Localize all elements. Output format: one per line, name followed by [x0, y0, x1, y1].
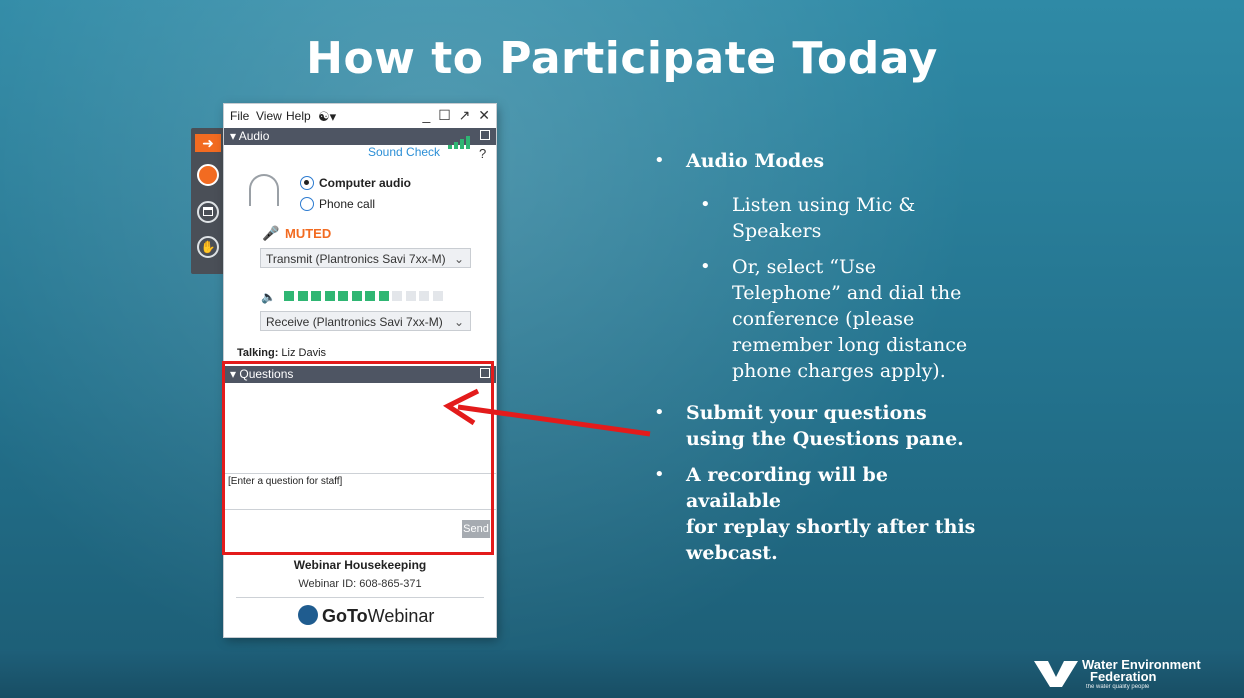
bullet-marker: • — [654, 150, 665, 171]
globe-icon[interactable]: ☯▾ — [318, 109, 336, 125]
level-segment — [365, 291, 375, 301]
screen-view-icon[interactable] — [197, 201, 219, 223]
phone-call-radio[interactable] — [300, 197, 314, 211]
help-icon[interactable]: ? — [479, 146, 486, 161]
chevron-down-icon: ⌄ — [453, 315, 464, 329]
microphone-toggle-icon[interactable] — [197, 164, 219, 186]
slide: How to Participate Today ➜ ✋ File View H… — [0, 0, 1244, 698]
bullet-line: phone charges apply). — [732, 360, 946, 382]
muted-microphone-icon[interactable]: 🎤 — [262, 225, 279, 242]
bullet-line: A recording will be — [686, 464, 888, 486]
bullet-line: for replay shortly after this — [686, 516, 976, 538]
menu-view[interactable]: View — [256, 109, 282, 123]
talking-name: Liz Davis — [281, 347, 327, 359]
level-segment — [392, 291, 402, 301]
level-segment — [419, 291, 429, 301]
divider — [236, 597, 484, 598]
transmit-device-select[interactable]: Transmit (Plantronics Savi 7xx-M) ⌄ — [260, 248, 471, 268]
menu-file[interactable]: File — [230, 109, 249, 123]
popout-icon[interactable] — [480, 368, 490, 378]
bullet-marker: • — [700, 194, 711, 215]
level-segment — [405, 291, 416, 301]
bullet-line: Or, select “Use — [732, 256, 877, 278]
send-button[interactable]: Send — [462, 520, 490, 538]
wef-logo: Water Environment Federation the water q… — [1034, 655, 1206, 695]
control-toolbar: ➜ ✋ — [191, 128, 225, 274]
wef-wave-icon — [1034, 661, 1078, 687]
pointer-arrow — [442, 388, 651, 437]
level-segment — [378, 291, 389, 301]
menu-help[interactable]: Help — [286, 109, 311, 123]
bullet-line: Telephone” and dial the — [732, 282, 962, 304]
headset-icon — [249, 174, 279, 206]
logo-line2: Federation — [1090, 669, 1157, 684]
bullet-line: using the Questions pane. — [686, 428, 964, 450]
talking-indicator: Talking: Liz Davis — [237, 347, 326, 359]
questions-section-label: ▾ Questions — [230, 367, 294, 381]
speaker-icon: 🔈 — [261, 290, 276, 304]
audio-section-label: ▾ Audio — [230, 129, 270, 143]
collapse-arrow-icon[interactable]: ➜ — [195, 134, 221, 152]
level-segment — [297, 291, 308, 301]
bullet-marker: • — [654, 402, 665, 423]
level-segment — [311, 291, 321, 301]
chevron-down-icon: ⌄ — [453, 252, 464, 266]
divider — [224, 509, 496, 510]
bullet-line: remember long distance — [732, 334, 968, 356]
level-segment — [284, 291, 294, 301]
popout-icon[interactable] — [480, 130, 490, 140]
webinar-id: Webinar ID: 608-865-371 — [298, 578, 422, 590]
bullet-marker: • — [700, 256, 711, 277]
housekeeping-title: Webinar Housekeeping — [293, 558, 427, 572]
divider — [224, 473, 496, 474]
computer-audio-radio[interactable] — [300, 176, 314, 190]
bullet-line: available — [686, 490, 781, 512]
bullet-marker: • — [654, 464, 665, 485]
level-segment — [432, 291, 443, 301]
receive-device-select[interactable]: Receive (Plantronics Savi 7xx-M) ⌄ — [260, 311, 471, 331]
receive-device-value: Receive (Plantronics Savi 7xx-M) — [266, 315, 443, 329]
gotowebinar-flower-icon — [298, 605, 318, 625]
raise-hand-icon[interactable]: ✋ — [197, 236, 219, 258]
bullet-line: Listen using Mic & — [732, 194, 916, 216]
transmit-device-value: Transmit (Plantronics Savi 7xx-M) — [266, 252, 446, 266]
gotowebinar-logo: GoToWebinar — [298, 605, 434, 627]
question-input[interactable]: [Enter a question for staff] — [228, 476, 342, 487]
computer-audio-label: Computer audio — [319, 176, 411, 190]
bullet-line: Submit your questions — [686, 402, 927, 424]
mute-status: MUTED — [285, 226, 332, 241]
level-segment — [338, 291, 348, 301]
slide-title: How to Participate Today — [306, 33, 938, 84]
bullet-line: Speakers — [732, 220, 822, 242]
level-segment — [324, 291, 335, 301]
sound-check-link[interactable]: Sound Check — [368, 145, 440, 159]
bullet-line: conference (please — [732, 308, 915, 330]
bullet-line: webcast. — [686, 542, 778, 564]
phone-call-label: Phone call — [319, 197, 376, 211]
window-controls[interactable]: _ ☐ ↗ ✕ — [423, 107, 492, 124]
logo-tagline: the water quality people — [1086, 684, 1150, 690]
questions-section-header[interactable]: ▾ Questions — [224, 366, 496, 383]
talking-label: Talking: — [237, 347, 279, 359]
bullet-line: Audio Modes — [686, 150, 825, 172]
level-segment — [351, 291, 362, 301]
menu-bar: File View Help ☯▾ _ ☐ ↗ ✕ — [224, 104, 496, 128]
control-panel: File View Help ☯▾ _ ☐ ↗ ✕ ▾ Audio Sound … — [224, 104, 496, 637]
